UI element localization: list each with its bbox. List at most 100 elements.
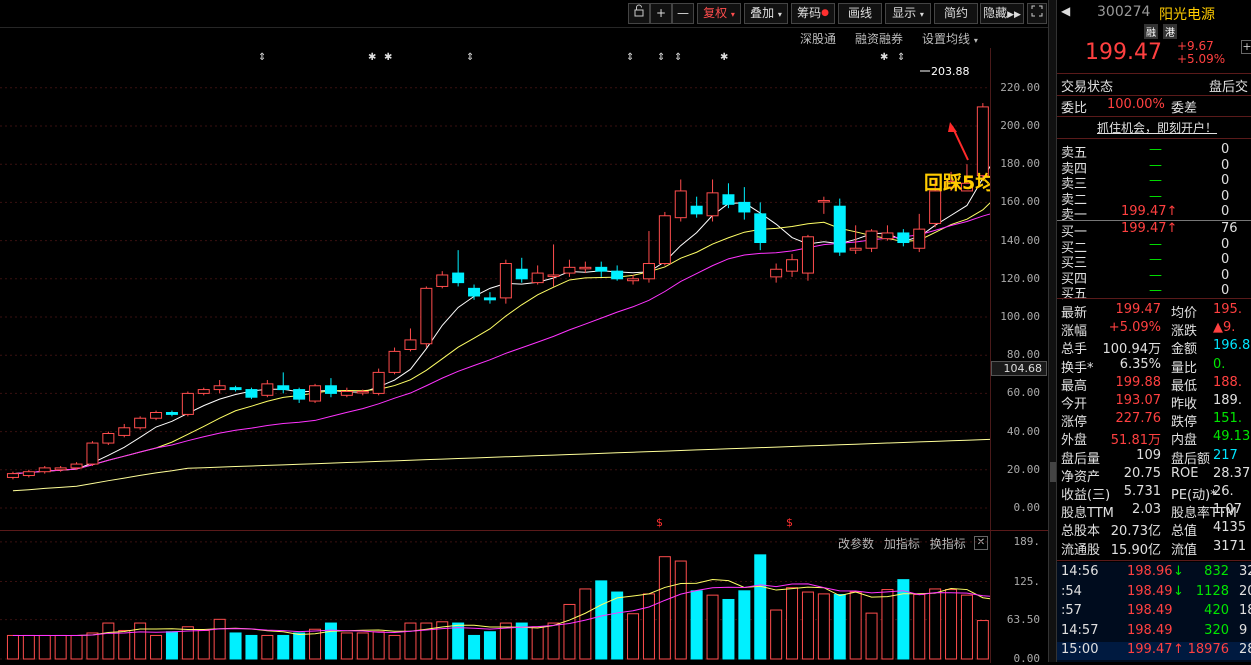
- candle[interactable]: [579, 261, 592, 274]
- volume-bar[interactable]: [849, 591, 862, 660]
- volume-bar[interactable]: [801, 591, 814, 660]
- volume-bar[interactable]: [786, 587, 799, 660]
- open-account-ad[interactable]: 抓住机会，即刻开户！: [1097, 119, 1217, 136]
- volume-bar[interactable]: [563, 603, 576, 660]
- volume-bar[interactable]: [229, 632, 242, 660]
- dividend-marker[interactable]: $: [656, 516, 663, 529]
- volume-bar[interactable]: [356, 632, 369, 660]
- event-marker[interactable]: ⇕: [897, 52, 905, 63]
- add-watchlist-icon[interactable]: +: [1241, 40, 1251, 54]
- candle[interactable]: [770, 263, 783, 283]
- candle[interactable]: [515, 257, 528, 283]
- candle[interactable]: [261, 380, 274, 398]
- volume-bar[interactable]: [945, 589, 958, 660]
- candle[interactable]: [754, 202, 767, 251]
- candle[interactable]: [102, 431, 115, 445]
- yincang-button[interactable]: 隐藏▶▶: [980, 3, 1024, 24]
- candle[interactable]: [452, 250, 465, 287]
- volume-bar[interactable]: [547, 622, 560, 660]
- candle[interactable]: [70, 462, 83, 470]
- event-marker[interactable]: ✱: [880, 52, 888, 63]
- volume-bar[interactable]: [595, 580, 608, 660]
- candle[interactable]: [706, 179, 719, 222]
- volume-chart[interactable]: [0, 531, 990, 663]
- volume-bar[interactable]: [976, 620, 989, 660]
- volume-bar[interactable]: [213, 618, 226, 660]
- volume-bar[interactable]: [118, 629, 131, 660]
- volume-bar[interactable]: [324, 622, 337, 660]
- jianyue-button[interactable]: 简约: [934, 3, 978, 24]
- volume-bar[interactable]: [579, 588, 592, 660]
- volume-bar[interactable]: [865, 612, 878, 660]
- candle[interactable]: [881, 225, 894, 241]
- candle[interactable]: [229, 385, 242, 392]
- candle[interactable]: [340, 387, 353, 398]
- volume-bar[interactable]: [6, 634, 19, 660]
- candle[interactable]: [86, 441, 99, 466]
- volume-bar[interactable]: [197, 629, 210, 660]
- collapse-handle-icon[interactable]: [1050, 462, 1056, 482]
- event-marker[interactable]: ✱: [720, 52, 728, 63]
- candle[interactable]: [595, 261, 608, 277]
- event-marker[interactable]: ⇕: [626, 52, 634, 63]
- back-icon[interactable]: ◀: [1061, 4, 1070, 18]
- diejia-button[interactable]: 叠加 ▾: [744, 3, 788, 24]
- candle[interactable]: [801, 234, 814, 281]
- candle[interactable]: [627, 274, 640, 285]
- candle[interactable]: [690, 196, 703, 218]
- candle[interactable]: [674, 179, 687, 222]
- panel-divider[interactable]: [1048, 0, 1057, 662]
- volume-bar[interactable]: [833, 594, 846, 660]
- candle[interactable]: [197, 387, 210, 396]
- candle[interactable]: [293, 387, 306, 403]
- candle[interactable]: [404, 328, 417, 352]
- fullscreen-icon[interactable]: [1027, 3, 1047, 24]
- lock-icon[interactable]: [628, 3, 650, 24]
- volume-bar[interactable]: [722, 598, 735, 660]
- volume-bar[interactable]: [674, 560, 687, 660]
- candle[interactable]: [817, 196, 830, 214]
- kline-chart[interactable]: ⇕ ✱ ✱ ⇕ ⇕ ⇕ ⇕ ✱ ✱ ⇕ $ $ 203.88 回踩5均完成: [0, 48, 990, 530]
- candle[interactable]: [150, 410, 163, 421]
- fuquan-button[interactable]: 复权 ▾: [697, 3, 741, 24]
- volume-bar[interactable]: [261, 634, 274, 660]
- volume-bar[interactable]: [483, 631, 496, 660]
- candle[interactable]: [738, 187, 751, 220]
- candle[interactable]: [372, 368, 385, 396]
- volume-bar[interactable]: [86, 632, 99, 660]
- event-marker[interactable]: ⇕: [466, 52, 474, 63]
- volume-bar[interactable]: [738, 590, 751, 660]
- candle[interactable]: [547, 244, 560, 287]
- volume-bar[interactable]: [913, 594, 926, 660]
- event-marker[interactable]: ⇕: [258, 52, 266, 63]
- volume-bar[interactable]: [70, 634, 83, 660]
- volume-bar[interactable]: [404, 622, 417, 660]
- dividend-marker[interactable]: $: [786, 516, 793, 529]
- candle[interactable]: [722, 183, 735, 209]
- candle[interactable]: [436, 271, 449, 289]
- volume-bar[interactable]: [293, 632, 306, 660]
- volume-bar[interactable]: [929, 588, 942, 660]
- candle[interactable]: [181, 391, 194, 417]
- volume-bar[interactable]: [22, 634, 35, 660]
- volume-bar[interactable]: [754, 554, 767, 660]
- candle[interactable]: [38, 465, 51, 474]
- candle[interactable]: [6, 471, 19, 480]
- candle[interactable]: [165, 410, 178, 417]
- candle[interactable]: [897, 229, 910, 247]
- huaxian-button[interactable]: 画线: [838, 3, 882, 24]
- chouma-button[interactable]: 筹码●: [791, 3, 835, 24]
- zoom-in-button[interactable]: +: [650, 3, 672, 24]
- candle[interactable]: [483, 292, 496, 304]
- volume-bar[interactable]: [770, 609, 783, 660]
- event-marker[interactable]: ⇕: [657, 52, 665, 63]
- candle[interactable]: [976, 103, 989, 180]
- volume-bar[interactable]: [54, 634, 67, 660]
- candle[interactable]: [563, 259, 576, 277]
- volume-bar[interactable]: [881, 589, 894, 660]
- volume-bar[interactable]: [372, 631, 385, 660]
- volume-bar[interactable]: [706, 594, 719, 660]
- volume-bar[interactable]: [658, 556, 671, 660]
- candle[interactable]: [786, 253, 799, 277]
- ma-settings-link[interactable]: 设置均线 ▾: [922, 30, 978, 47]
